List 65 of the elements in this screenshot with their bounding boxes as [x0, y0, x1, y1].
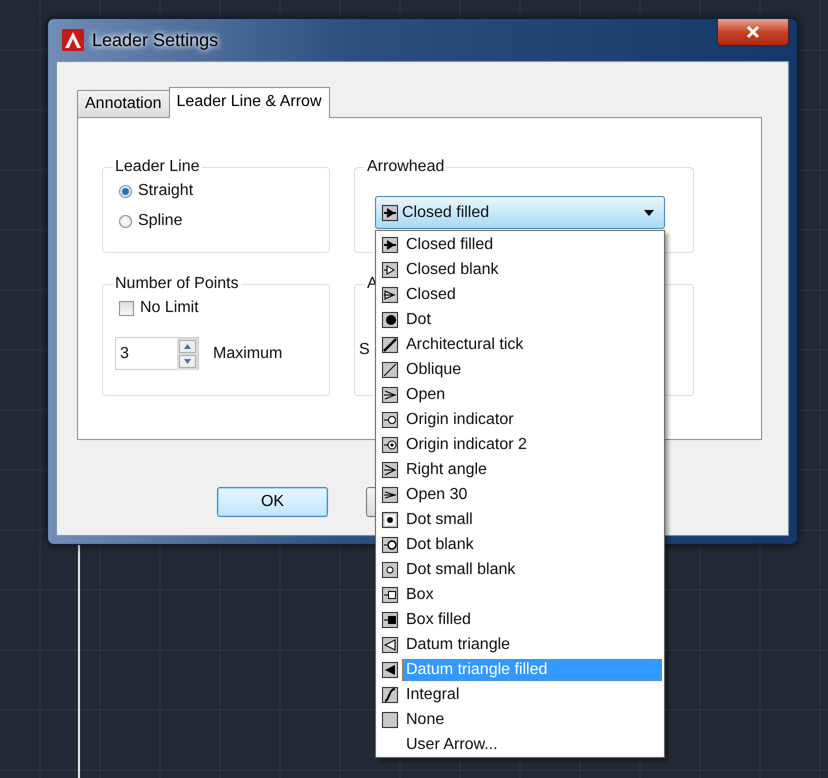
group-title: Arrowhead	[366, 158, 446, 176]
window-title: Leader Settings	[92, 30, 218, 50]
arrowhead-icon	[382, 636, 398, 652]
dropdown-option[interactable]: Open 30	[402, 484, 662, 506]
dropdown-option[interactable]: Datum triangle	[402, 634, 662, 656]
dropdown-option[interactable]: Closed blank	[402, 258, 662, 280]
arrowhead-icon	[382, 536, 398, 552]
arrowhead-icon	[382, 512, 398, 528]
arrowhead-icon	[382, 462, 398, 478]
arrowhead-icon	[382, 312, 398, 328]
dropdown-option[interactable]: Origin indicator	[402, 408, 662, 430]
arrowhead-icon	[382, 386, 398, 402]
arrowhead-icon	[382, 204, 398, 220]
dropdown-option[interactable]: Origin indicator 2	[402, 434, 662, 456]
dropdown-option[interactable]: Dot small blank	[402, 558, 662, 580]
close-button[interactable]	[717, 19, 789, 46]
caret-icon	[644, 210, 654, 216]
spin-down-icon[interactable]	[179, 354, 196, 368]
field-label: S	[359, 341, 370, 359]
dropdown-option[interactable]: User Arrow...	[402, 734, 662, 756]
spin-up-icon[interactable]	[179, 340, 196, 352]
radio-label: Straight	[138, 182, 194, 200]
dropdown-option[interactable]: Dot small	[402, 508, 662, 530]
group-title: Number of Points	[114, 275, 240, 293]
dropdown-option[interactable]: Open	[402, 384, 662, 406]
dropdown-option[interactable]: Box filled	[402, 608, 662, 630]
radio-label: Spline	[138, 212, 182, 230]
maximum-label: Maximum	[213, 344, 282, 362]
dropdown-option[interactable]: Right angle	[402, 458, 662, 480]
arrowhead-icon	[382, 612, 398, 628]
dropdown-option[interactable]: Integral	[402, 684, 662, 706]
arrowhead-icon	[382, 262, 398, 278]
close-icon	[745, 25, 761, 39]
arrowhead-icon	[382, 412, 398, 428]
dropdown-option[interactable]: Closed filled	[402, 234, 662, 256]
number-spinner[interactable]: 3	[115, 337, 199, 370]
arrowhead-icon	[382, 286, 398, 302]
dropdown-option[interactable]: Dot blank	[402, 534, 662, 556]
arrowhead-icon	[382, 362, 398, 378]
arrowhead-icon	[382, 486, 398, 502]
arrowhead-icon	[382, 662, 398, 678]
radio-button[interactable]	[119, 214, 132, 228]
dropdown-option[interactable]: Box	[402, 584, 662, 606]
checkbox[interactable]	[119, 300, 134, 316]
arrowhead-dropdown[interactable]: Closed filled	[375, 196, 665, 229]
arrowhead-icon	[382, 686, 398, 702]
dropdown-option[interactable]: Architectural tick	[402, 334, 662, 356]
arrowhead-icon	[382, 562, 398, 578]
arrowhead-icon	[382, 712, 398, 728]
app-logo-icon	[62, 29, 84, 51]
dropdown-option[interactable]: None	[402, 708, 662, 730]
tab[interactable]: Leader Line & Arrow	[168, 87, 330, 118]
tab[interactable]: Annotation	[77, 90, 170, 117]
arrowhead-icon	[382, 336, 398, 352]
group-title: Leader Line	[114, 158, 201, 176]
arrowhead-icon	[382, 236, 398, 252]
arrowhead-icon	[382, 586, 398, 602]
dropdown-option[interactable]: Dot	[402, 308, 662, 330]
dropdown-option[interactable]: Closed	[402, 284, 662, 306]
radio-button[interactable]	[119, 184, 132, 198]
checkbox-label: No Limit	[140, 299, 199, 317]
dropdown-value: Closed filled	[402, 204, 490, 222]
arrowhead-icon	[382, 436, 398, 452]
dropdown-option[interactable]: Oblique	[402, 358, 662, 380]
ok-button[interactable]: OK	[217, 487, 328, 517]
